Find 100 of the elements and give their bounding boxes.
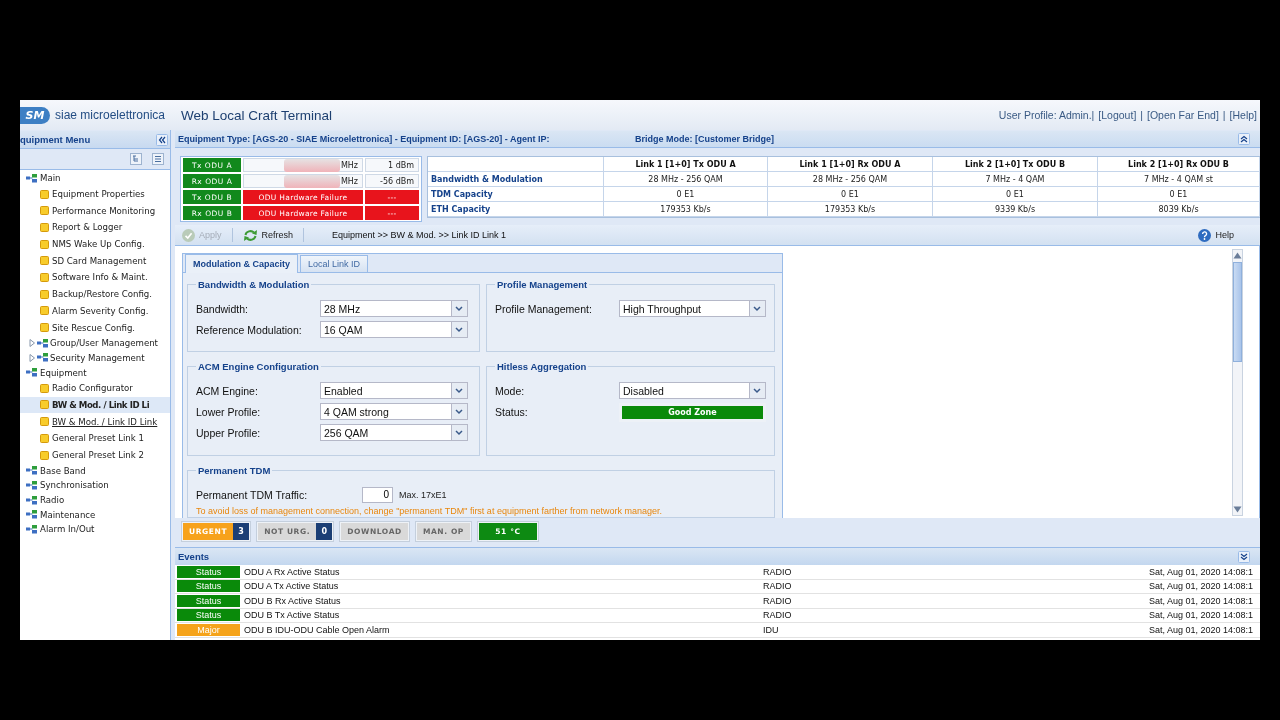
- tree-item[interactable]: Performance Monitoring: [20, 202, 170, 220]
- header-link[interactable]: [Open Far End]: [1147, 109, 1219, 121]
- table-cell: 0 E1: [604, 187, 768, 202]
- dropdown[interactable]: 16 QAM: [320, 321, 468, 338]
- dropdown[interactable]: Disabled: [619, 382, 766, 399]
- row-header: ETH Capacity: [428, 202, 604, 217]
- field-label: Lower Profile:: [196, 405, 262, 418]
- table-cell: 179353 Kb/s: [768, 202, 933, 217]
- square-icon: [40, 400, 49, 410]
- header-link[interactable]: [Logout]: [1098, 109, 1137, 121]
- bridge-mode: Bridge Mode: [Customer Bridge]: [635, 134, 774, 144]
- panel-title: Events: [178, 551, 210, 562]
- tree-item[interactable]: Security Management: [20, 350, 170, 366]
- event-description: ODU A Rx Active Status: [243, 566, 341, 577]
- triangle-icon[interactable]: [29, 339, 35, 348]
- tree-item[interactable]: General Preset Link 2: [20, 446, 170, 464]
- refresh-button[interactable]: Refresh: [240, 226, 296, 244]
- event-time: Sat, Aug 01, 2020 14:08:1: [1149, 610, 1255, 621]
- event-time: Sat, Aug 01, 2020 14:08:1: [1149, 566, 1255, 577]
- tree-item[interactable]: Alarm In/Out: [20, 522, 170, 537]
- caret-icon[interactable]: [749, 301, 765, 316]
- tree-item[interactable]: General Preset Link 1: [20, 430, 170, 447]
- tree-item[interactable]: Equipment: [20, 365, 170, 380]
- double-chevron-icon[interactable]: [1238, 133, 1250, 145]
- section-title: Hitless Aggregation: [496, 361, 588, 372]
- caret-icon[interactable]: [451, 425, 467, 440]
- panel-title: quipment Menu: [20, 134, 91, 145]
- tree-item[interactable]: Main: [20, 171, 170, 186]
- check-circle-icon: [182, 228, 195, 242]
- square-icon: [40, 383, 49, 393]
- help-icon: [1198, 228, 1212, 242]
- status-value: MHz: [340, 176, 358, 186]
- field-label: Bandwidth:: [196, 302, 249, 315]
- tree-item[interactable]: Backup/Restore Config.: [20, 285, 170, 303]
- tree-item[interactable]: Maintenance: [20, 507, 170, 523]
- tree-item[interactable]: Report & Logger: [20, 219, 170, 236]
- severity-badge: Status: [177, 580, 240, 593]
- tree-item[interactable]: BW & Mod. / Link ID Link: [20, 413, 170, 430]
- field-label: Reference Modulation:: [196, 323, 303, 336]
- event-time: Sat, Aug 01, 2020 14:08:1: [1149, 624, 1255, 635]
- square-icon: [40, 323, 49, 333]
- network-node-icon: [26, 524, 37, 534]
- tree-item[interactable]: NMS Wake Up Config.: [20, 235, 170, 253]
- tree-item[interactable]: Base Band: [20, 463, 170, 479]
- dropdown[interactable]: 256 QAM: [320, 424, 468, 441]
- triangle-icon[interactable]: [29, 353, 35, 362]
- section-title: ACM Engine Configuration: [197, 361, 320, 372]
- field-label: Mode:: [495, 384, 526, 397]
- caret-icon[interactable]: [451, 322, 467, 337]
- tree-item[interactable]: Alarm Severity Config.: [20, 302, 170, 320]
- header-link[interactable]: [Help]: [1229, 109, 1257, 121]
- dropdown[interactable]: 28 MHz: [320, 300, 468, 317]
- double-chevron-icon[interactable]: [156, 133, 168, 146]
- caret-icon[interactable]: [451, 383, 467, 398]
- tree-item[interactable]: Equipment Properties: [20, 185, 170, 203]
- dropdown[interactable]: Enabled: [320, 382, 468, 399]
- help-button[interactable]: Help: [1196, 226, 1236, 244]
- breadcrumb: Equipment >> BW & Mod. >> Link ID Link 1: [332, 230, 507, 240]
- network-node-icon: [37, 338, 48, 348]
- table-cell: 9339 Kb/s: [933, 202, 1098, 217]
- tree-item[interactable]: Group/User Management: [20, 335, 170, 351]
- up-arrow-icon[interactable]: [1233, 252, 1242, 259]
- column-header: Link 2 [1+0] Rx ODU B: [1098, 157, 1260, 172]
- alarm-count: 3: [233, 522, 250, 540]
- caret-icon[interactable]: [451, 301, 467, 316]
- tree-view-icon[interactable]: [130, 153, 142, 165]
- field-label: Permanent TDM Traffic:: [196, 488, 309, 501]
- event-source: RADIO: [763, 595, 793, 606]
- section-title: Bandwidth & Modulation: [197, 279, 311, 290]
- square-icon: [40, 272, 49, 282]
- tree-item[interactable]: Software Info & Maint.: [20, 269, 170, 286]
- tree-item[interactable]: SD Card Management: [20, 252, 170, 270]
- tree-item[interactable]: Synchronisation: [20, 478, 170, 493]
- tree-item[interactable]: Site Rescue Config.: [20, 319, 170, 336]
- square-icon: [40, 417, 49, 427]
- caret-icon[interactable]: [451, 404, 467, 419]
- down-arrow-icon[interactable]: [1233, 506, 1242, 513]
- event-source: RADIO: [763, 610, 793, 621]
- tab[interactable]: Modulation & Capacity: [185, 254, 298, 273]
- dropdown[interactable]: 4 QAM strong: [320, 403, 468, 420]
- field-hint: Max. 17xE1: [399, 489, 447, 500]
- tree-item[interactable]: Radio Configurator: [20, 379, 170, 397]
- number-field[interactable]: 0: [362, 486, 393, 503]
- dropdown[interactable]: High Throughput: [619, 300, 766, 317]
- severity-badge: Status: [177, 594, 240, 607]
- link-separator: |: [1140, 109, 1144, 121]
- tree-item[interactable]: Radio: [20, 492, 170, 508]
- scrollbar-thumb[interactable]: [1233, 262, 1242, 362]
- column-header: Link 1 [1+0] Tx ODU A: [604, 157, 768, 172]
- caret-icon[interactable]: [749, 383, 765, 398]
- table-cell: 7 MHz - 4 QAM st: [1098, 172, 1260, 187]
- tab[interactable]: Local Link ID: [300, 255, 369, 272]
- event-source: RADIO: [763, 566, 793, 577]
- vertical-scrollbar[interactable]: [1232, 249, 1243, 516]
- power-reading: 1 dBm: [365, 158, 419, 172]
- double-chevron-icon[interactable]: [1238, 550, 1250, 563]
- tree-item[interactable]: BW & Mod. / Link ID Li: [20, 396, 170, 414]
- network-node-icon: [26, 480, 37, 490]
- network-node-icon: [26, 495, 37, 505]
- list-view-icon[interactable]: [152, 153, 164, 165]
